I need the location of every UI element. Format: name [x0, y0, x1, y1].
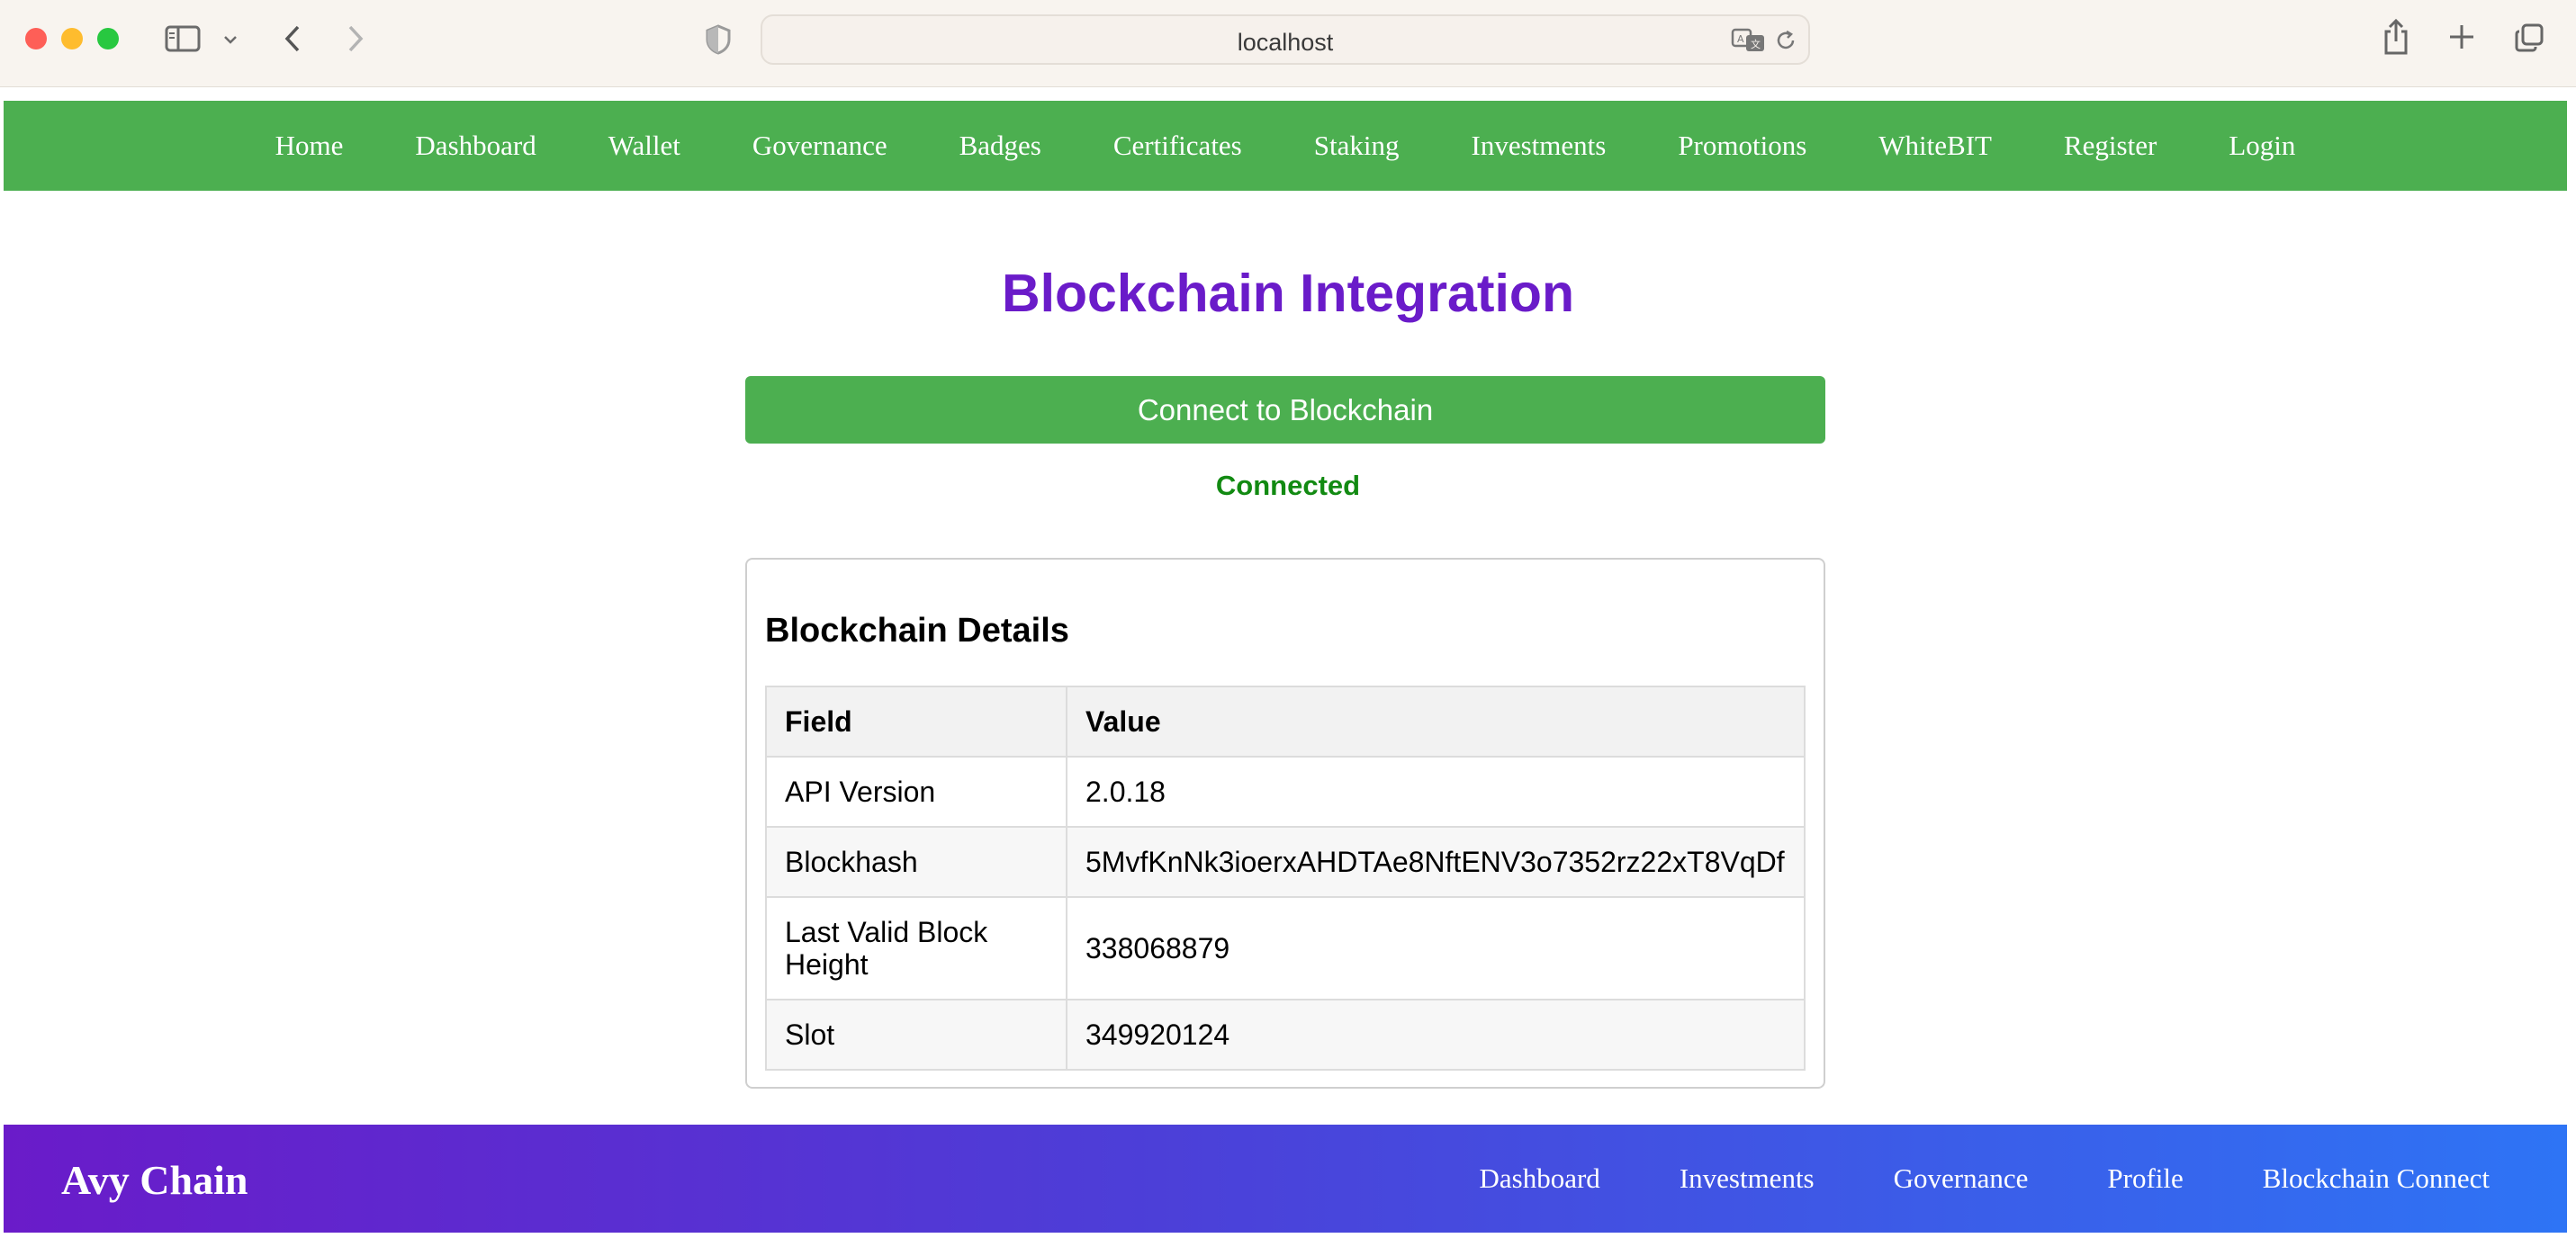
footer-link-blockchain-connect[interactable]: Blockchain Connect	[2263, 1162, 2490, 1195]
url-text: localhost	[1237, 29, 1334, 56]
nav-link-staking[interactable]: Staking	[1314, 130, 1400, 162]
nav-link-certificates[interactable]: Certificates	[1113, 130, 1242, 162]
blockchain-details-card: Blockchain Details Field Value API Versi…	[745, 558, 1825, 1089]
shield-icon	[702, 22, 734, 58]
value-cell: 338068879	[1066, 896, 1806, 1000]
field-cell: Slot	[765, 999, 1067, 1071]
top-navigation: Home Dashboard Wallet Governance Badges …	[4, 101, 2567, 191]
nav-link-wallet[interactable]: Wallet	[608, 130, 680, 162]
connection-status: Connected	[1215, 470, 1361, 501]
nav-link-governance[interactable]: Governance	[752, 130, 887, 162]
field-cell: Blockhash	[765, 826, 1067, 898]
table-row: Blockhash 5MvfKnNk3ioerxAHDTAe8NftENV3o7…	[765, 826, 1806, 898]
close-window-button[interactable]	[25, 28, 47, 49]
nav-link-badges[interactable]: Badges	[959, 130, 1041, 162]
nav-link-investments[interactable]: Investments	[1472, 130, 1607, 162]
footer-bar: Avy Chain Dashboard Investments Governan…	[4, 1125, 2567, 1233]
column-header-value: Value	[1066, 686, 1806, 758]
tabs-overview-icon[interactable]	[2513, 22, 2545, 54]
svg-text:A: A	[1737, 33, 1744, 45]
browser-toolbar: localhost A文	[0, 0, 2576, 87]
table-row: Slot 349920124	[765, 999, 1806, 1071]
details-heading: Blockchain Details	[765, 612, 1069, 650]
details-table: Field Value API Version 2.0.18 Blockhash…	[765, 686, 1806, 1071]
nav-link-login[interactable]: Login	[2229, 130, 2295, 162]
field-cell: Last Valid Block Height	[765, 896, 1067, 1000]
value-cell: 5MvfKnNk3ioerxAHDTAe8NftENV3o7352rz22xT8…	[1066, 826, 1806, 898]
share-icon[interactable]	[2380, 16, 2412, 58]
forward-icon[interactable]	[342, 22, 369, 56]
value-cell: 349920124	[1066, 999, 1806, 1071]
nav-link-register[interactable]: Register	[2064, 130, 2157, 162]
field-cell: API Version	[765, 756, 1067, 828]
nav-link-promotions[interactable]: Promotions	[1678, 130, 1806, 162]
address-bar[interactable]: localhost A文	[761, 14, 1810, 65]
page-title: Blockchain Integration	[1002, 264, 1574, 323]
nav-link-home[interactable]: Home	[275, 130, 344, 162]
value-cell: 2.0.18	[1066, 756, 1806, 828]
connect-blockchain-button[interactable]: Connect to Blockchain	[745, 376, 1825, 444]
table-row: Last Valid Block Height 338068879	[765, 896, 1806, 1000]
footer-link-governance[interactable]: Governance	[1894, 1162, 2029, 1195]
maximize-window-button[interactable]	[97, 28, 119, 49]
table-row: API Version 2.0.18	[765, 756, 1806, 828]
footer-link-dashboard[interactable]: Dashboard	[1480, 1162, 1600, 1195]
table-header-row: Field Value	[765, 686, 1806, 758]
footer-navigation: Dashboard Investments Governance Profile…	[1401, 1162, 2490, 1195]
back-icon[interactable]	[279, 22, 306, 56]
svg-text:文: 文	[1751, 38, 1761, 50]
column-header-field: Field	[765, 686, 1067, 758]
minimize-window-button[interactable]	[61, 28, 83, 49]
nav-link-whitebit[interactable]: WhiteBIT	[1878, 130, 1992, 162]
nav-link-dashboard[interactable]: Dashboard	[415, 130, 536, 162]
reload-icon[interactable]	[1772, 27, 1799, 54]
brand-logo-text[interactable]: Avy Chain	[61, 1156, 248, 1204]
sidebar-icon[interactable]	[164, 23, 202, 54]
translate-icon[interactable]: A文	[1731, 25, 1767, 56]
new-tab-icon[interactable]	[2446, 22, 2477, 52]
footer-link-profile[interactable]: Profile	[2107, 1162, 2183, 1195]
footer-link-investments[interactable]: Investments	[1680, 1162, 1815, 1195]
chevron-down-icon[interactable]	[220, 31, 241, 49]
